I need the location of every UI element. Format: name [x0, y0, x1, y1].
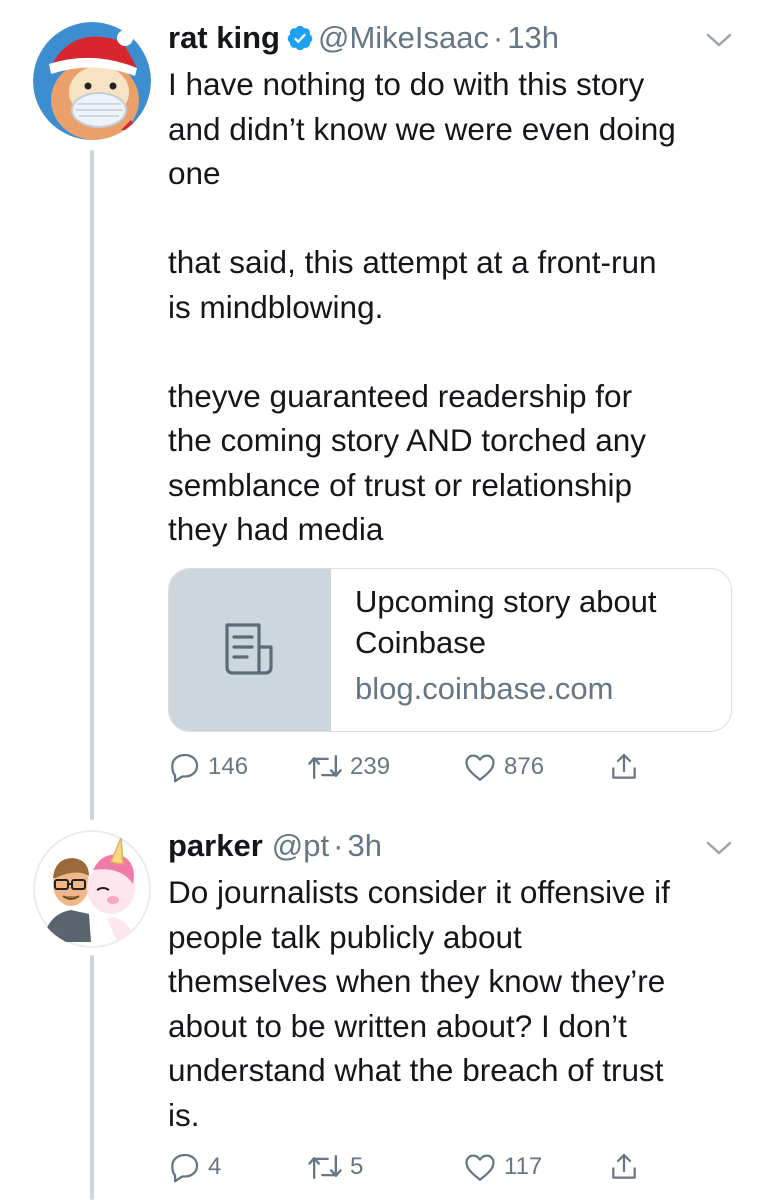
retweet-count: 239 [350, 753, 391, 780]
heart-icon [465, 754, 495, 781]
separator: · [492, 20, 504, 55]
like-button[interactable]: 876 [462, 750, 544, 784]
avatar[interactable] [33, 830, 151, 948]
like-count: 876 [504, 753, 545, 780]
retweet-button[interactable]: 239 [306, 750, 390, 784]
share-button[interactable] [608, 750, 640, 784]
retweet-button[interactable]: 5 [306, 1150, 363, 1184]
retweet-count: 5 [350, 1153, 364, 1180]
share-icon [612, 753, 636, 779]
chevron-down-icon[interactable] [704, 838, 734, 858]
avatar[interactable] [33, 22, 151, 140]
retweet-icon [308, 1154, 342, 1180]
display-name[interactable]: rat king [168, 20, 280, 55]
share-icon [612, 1153, 636, 1179]
link-card[interactable]: Upcoming story about Coinbase blog.coinb… [168, 568, 732, 732]
santa-hamster-avatar-icon [33, 22, 151, 140]
reply-button[interactable]: 146 [168, 750, 248, 784]
separator: · [333, 828, 344, 863]
like-count: 117 [504, 1153, 543, 1180]
tweet-actions: 146 239 876 [168, 750, 668, 794]
thread-line-2 [90, 955, 94, 1200]
tweet-text: I have nothing to do with this story and… [168, 66, 676, 547]
tweet-header: rat king @MikeIsaac · 13h [168, 20, 559, 60]
reply-icon [171, 753, 199, 783]
reply-count: 146 [208, 753, 249, 780]
thread-line-1 [90, 150, 94, 820]
reply-icon [171, 1153, 199, 1183]
man-with-unicorn-avatar-icon [33, 830, 151, 948]
reply-button[interactable]: 4 [168, 1150, 221, 1184]
display-name[interactable]: parker [168, 828, 263, 863]
tweet-header: parker @pt · 3h [168, 828, 382, 864]
share-button[interactable] [608, 1150, 640, 1184]
chevron-down-icon[interactable] [704, 30, 734, 50]
reply-count: 4 [208, 1153, 222, 1180]
timestamp[interactable]: 13h [507, 20, 559, 55]
tweet-text: Do journalists consider it offensive if … [168, 874, 670, 1133]
timestamp[interactable]: 3h [347, 828, 381, 863]
card-thumbnail [169, 569, 331, 731]
document-icon [225, 623, 273, 675]
like-button[interactable]: 117 [462, 1150, 542, 1184]
handle[interactable]: @MikeIsaac [318, 20, 489, 55]
verified-badge-icon [286, 24, 314, 60]
handle[interactable]: @pt [272, 828, 329, 863]
card-title: Upcoming story about Coinbase [355, 584, 657, 660]
card-domain: blog.coinbase.com [355, 671, 614, 706]
retweet-icon [308, 754, 342, 780]
heart-icon [465, 1154, 495, 1181]
tweet-actions: 4 5 117 [168, 1150, 668, 1194]
